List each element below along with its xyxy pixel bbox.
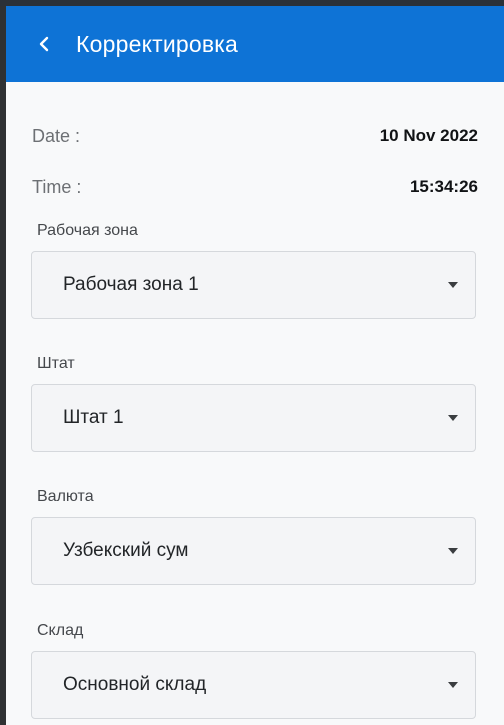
currency-label: Валюта: [37, 488, 94, 505]
caret-down-icon: [448, 415, 458, 421]
caret-down-icon: [448, 282, 458, 288]
warehouse-select[interactable]: Основной склад: [31, 651, 476, 719]
page-title: Корректировка: [76, 30, 239, 57]
work-zone-label: Рабочая зона: [37, 222, 138, 239]
work-zone-value: Рабочая зона 1: [63, 274, 199, 295]
app-screen: Корректировка Date : 10 Nov 2022 Time : …: [6, 6, 504, 725]
date-row: Date : 10 Nov 2022: [32, 123, 478, 149]
chevron-left-icon[interactable]: [26, 26, 62, 62]
time-value: 15:34:26: [409, 177, 478, 196]
caret-down-icon: [448, 548, 458, 554]
caret-down-icon: [448, 682, 458, 688]
time-label: Time :: [32, 176, 82, 197]
date-label: Date :: [32, 125, 81, 146]
staff-select[interactable]: Штат 1: [31, 384, 476, 452]
warehouse-value: Основной склад: [63, 674, 207, 695]
staff-value: Штат 1: [63, 407, 124, 428]
currency-select[interactable]: Узбекский сум: [31, 517, 476, 585]
date-value: 10 Nov 2022: [379, 126, 478, 145]
app-bar: Корректировка: [6, 6, 504, 82]
time-row: Time : 15:34:26: [32, 174, 478, 200]
staff-label: Штат: [37, 355, 75, 372]
work-zone-select[interactable]: Рабочая зона 1: [31, 251, 476, 319]
currency-value: Узбекский сум: [63, 540, 189, 561]
warehouse-label: Склад: [37, 622, 84, 639]
